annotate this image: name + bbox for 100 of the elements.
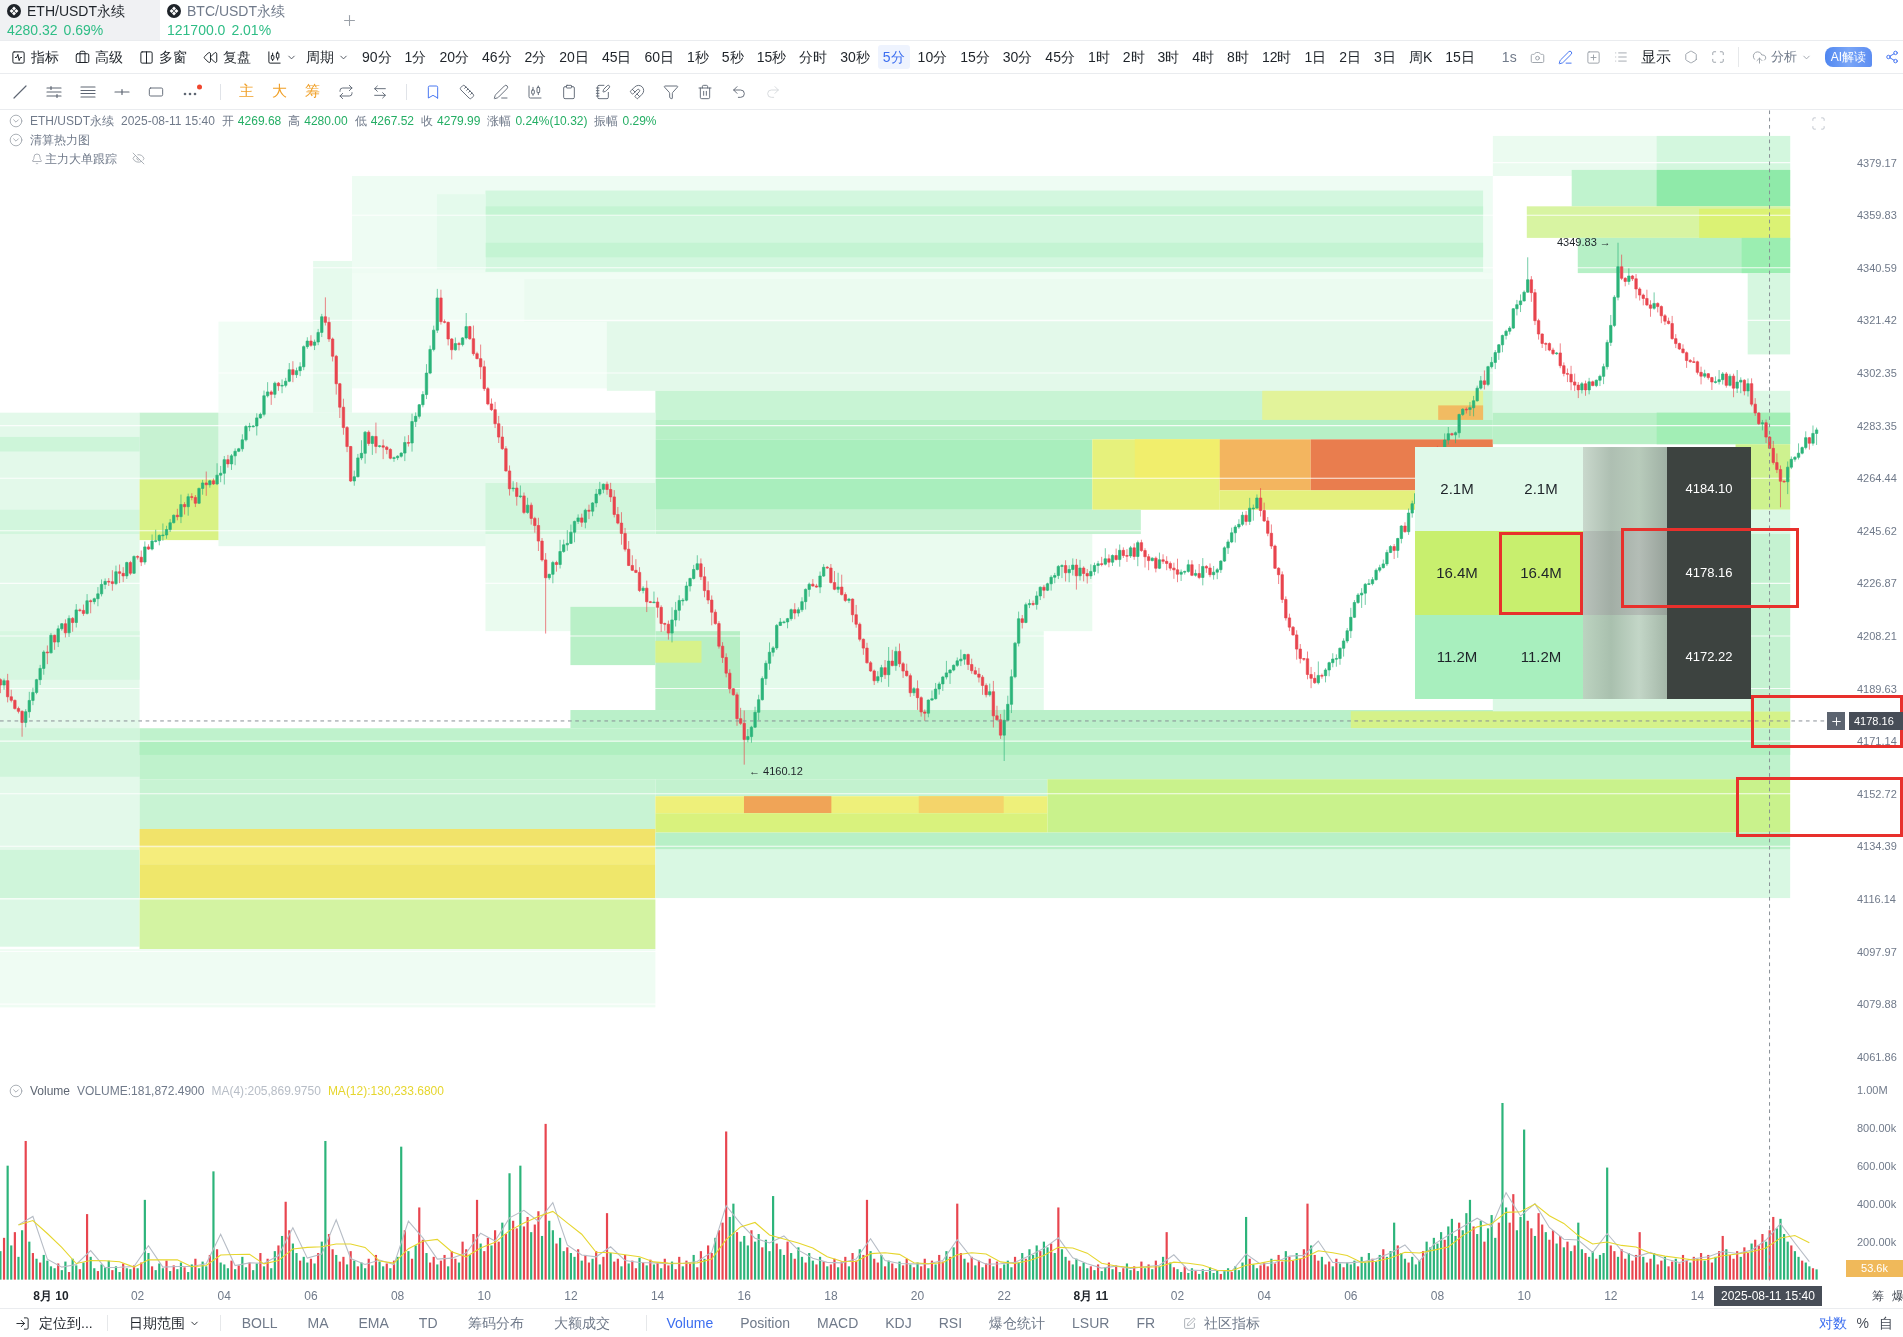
legend-field: 低 4267.52 xyxy=(354,111,415,130)
indicator-title: Volume xyxy=(30,1082,71,1100)
note-icon[interactable] xyxy=(595,83,611,100)
pen-icon[interactable] xyxy=(493,83,509,100)
diagonal-line-icon[interactable] xyxy=(12,83,28,100)
cloud-icon xyxy=(1751,49,1767,65)
price-tick: 4097.97 xyxy=(1857,944,1897,959)
add-frame-icon[interactable] xyxy=(1585,49,1601,65)
period-dropdown[interactable]: 周期 xyxy=(306,46,349,68)
jump-icon xyxy=(15,1315,30,1331)
indicator-tab[interactable]: EMA xyxy=(358,1312,389,1334)
price-tick: 4340.59 xyxy=(1857,260,1897,275)
menu-button[interactable]: 多窗 xyxy=(139,46,187,68)
community-indicators-button[interactable]: 社区指标 xyxy=(1183,1312,1261,1334)
interval-tab[interactable]: 45分 xyxy=(1040,45,1080,69)
interval-tab[interactable]: 1分 xyxy=(399,45,432,69)
price-tick: 4283.35 xyxy=(1857,418,1897,433)
fullscreen-icon[interactable] xyxy=(1710,50,1725,64)
date-range-dropdown[interactable]: 日期范围 xyxy=(128,1312,200,1334)
volume-tick: 200.00k xyxy=(1857,1234,1897,1249)
time-tick: 14 xyxy=(1690,1288,1705,1304)
interval-tab[interactable]: 5分 xyxy=(877,45,910,69)
bookmark-icon[interactable] xyxy=(425,83,441,100)
symbol-tab[interactable]: ETH/USDT永续 4280.32 0.69% xyxy=(0,0,160,40)
menu-button[interactable]: 高级 xyxy=(75,46,123,68)
interval-tab[interactable]: 3时 xyxy=(1152,45,1185,69)
analysis-dropdown[interactable]: 分析 xyxy=(1751,47,1812,67)
display-button[interactable]: 显示 xyxy=(1640,45,1671,69)
side-label[interactable]: 筹 xyxy=(1872,1287,1884,1305)
legend-field: 涨幅 0.24%(10.32) xyxy=(487,111,588,130)
collapse-icon[interactable] xyxy=(9,1083,23,1098)
indicator-tab[interactable]: Volume xyxy=(666,1312,714,1334)
price-tick: 4264.44 xyxy=(1857,471,1897,486)
menu-button[interactable]: 指标 xyxy=(11,46,59,68)
interval-tab[interactable]: 46分 xyxy=(476,45,517,69)
interval-tab[interactable]: 90分 xyxy=(357,45,397,69)
interval-tab[interactable]: 60日 xyxy=(639,45,680,69)
interval-tab[interactable]: 8时 xyxy=(1222,45,1254,69)
interval-tab[interactable]: 15秒 xyxy=(751,45,792,69)
indicator-tab[interactable]: FR xyxy=(1136,1312,1156,1334)
ruler-icon[interactable] xyxy=(459,83,475,100)
price-tick: 4171.14 xyxy=(1857,734,1897,749)
magnet-icon[interactable] xyxy=(629,83,645,100)
chart-icon xyxy=(11,49,26,65)
indicator-tab[interactable]: RSI xyxy=(938,1312,963,1334)
indicator-tab[interactable]: 筹码分布 xyxy=(467,1312,524,1334)
indicator-tab[interactable]: MACD xyxy=(817,1312,859,1334)
interval-tab[interactable]: 10分 xyxy=(912,45,953,69)
interval-tab[interactable]: 1日 xyxy=(1299,45,1332,69)
price-tick: 4134.39 xyxy=(1857,839,1897,854)
indicator-tab[interactable]: 爆仓统计 xyxy=(989,1312,1046,1334)
time-tick: 04 xyxy=(1257,1288,1271,1304)
interval-tab[interactable]: 周K xyxy=(1403,45,1438,69)
interval-tab[interactable]: 2日 xyxy=(1334,45,1367,69)
locate-button[interactable]: 定位到... xyxy=(15,1312,93,1334)
interval-tab[interactable]: 1时 xyxy=(1082,45,1115,69)
interval-tab[interactable]: 5秒 xyxy=(716,45,749,69)
share-icon[interactable] xyxy=(1885,50,1899,64)
indicator-tab[interactable]: 大额成交 xyxy=(553,1312,610,1334)
undo-icon[interactable] xyxy=(731,83,747,100)
interval-tab[interactable]: 12时 xyxy=(1256,45,1297,69)
side-label[interactable]: 爆 xyxy=(1892,1287,1903,1305)
indicator-tab[interactable]: MA xyxy=(307,1312,329,1334)
candlestick-icon[interactable] xyxy=(267,49,282,65)
tick-interval-label[interactable]: 1s xyxy=(1501,46,1517,68)
indicator-tab[interactable]: BOLL xyxy=(241,1312,278,1334)
interval-tab[interactable]: 15分 xyxy=(955,45,995,69)
pen-icon[interactable] xyxy=(1557,49,1573,65)
camera-icon[interactable] xyxy=(1529,49,1545,65)
parallel-lines-icon[interactable] xyxy=(46,83,62,100)
interval-tab[interactable]: 2分 xyxy=(519,45,552,69)
scale-mode-tab[interactable]: 对数 xyxy=(1818,1312,1847,1334)
columns-icon xyxy=(139,49,154,65)
swap-arrows-icon[interactable] xyxy=(372,83,388,100)
scale-mode-tab[interactable]: 自 xyxy=(1879,1312,1893,1334)
menu-button[interactable]: 复盘 xyxy=(203,46,251,68)
indicator-tab[interactable]: KDJ xyxy=(885,1312,912,1334)
interval-tab[interactable]: 30秒 xyxy=(835,45,875,69)
cycle-arrows-icon[interactable] xyxy=(338,83,354,100)
interval-tab[interactable]: 3日 xyxy=(1369,45,1401,69)
interval-tab[interactable]: 30分 xyxy=(997,45,1038,69)
scale-mode-tab[interactable]: % xyxy=(1856,1312,1869,1334)
interval-tab[interactable]: 45日 xyxy=(596,45,637,69)
filter-icon[interactable] xyxy=(663,83,679,100)
clipboard-icon[interactable] xyxy=(561,83,577,100)
settings-icon[interactable] xyxy=(1683,50,1698,64)
stacked-lines-icon[interactable] xyxy=(80,83,96,100)
interval-tab[interactable]: 1秒 xyxy=(682,45,714,69)
interval-tab[interactable]: 20分 xyxy=(434,45,474,69)
interval-tab[interactable]: 4时 xyxy=(1187,45,1220,69)
indicator-tab[interactable]: Position xyxy=(740,1312,790,1334)
interval-tab[interactable]: 20日 xyxy=(554,45,594,69)
indicator-tab[interactable]: TD xyxy=(418,1312,438,1334)
interval-tab[interactable]: 2时 xyxy=(1117,45,1150,69)
interval-tab[interactable]: 15日 xyxy=(1440,45,1480,69)
moving-average-reading: MA(4):205,869.9750 xyxy=(211,1082,321,1100)
indicator-tab[interactable]: LSUR xyxy=(1072,1312,1110,1334)
interval-tab[interactable]: 分时 xyxy=(794,45,833,69)
trash-icon[interactable] xyxy=(697,83,713,100)
collapse-icon[interactable] xyxy=(9,113,23,128)
